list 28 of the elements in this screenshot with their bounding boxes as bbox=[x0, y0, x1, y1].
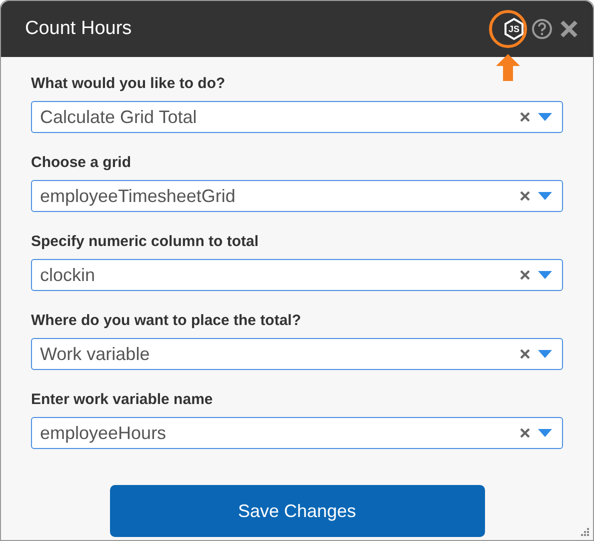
dropdown-caret-icon[interactable] bbox=[538, 271, 552, 279]
resize-grip-icon[interactable] bbox=[580, 527, 590, 537]
field-label: Specify numeric column to total bbox=[31, 233, 260, 251]
pointer-arrow-icon bbox=[496, 54, 520, 81]
clear-icon[interactable] bbox=[520, 428, 530, 438]
select-field[interactable]: employeeHours bbox=[31, 417, 563, 449]
dropdown-caret-icon[interactable] bbox=[538, 113, 552, 121]
clear-icon[interactable] bbox=[520, 270, 530, 280]
logo-text: JS bbox=[508, 24, 520, 34]
field-label: Enter work variable name bbox=[31, 391, 214, 409]
dropdown-caret-icon[interactable] bbox=[538, 350, 552, 358]
select-field[interactable]: clockin bbox=[31, 259, 563, 291]
clear-icon[interactable] bbox=[520, 112, 530, 122]
close-icon[interactable] bbox=[559, 19, 579, 39]
dropdown-caret-icon[interactable] bbox=[538, 192, 552, 200]
select-field[interactable]: employeeTimesheetGrid bbox=[31, 180, 563, 212]
field-label: Where do you want to place the total? bbox=[31, 312, 302, 330]
window-title: Count Hours bbox=[25, 16, 132, 41]
js-logo-icon[interactable]: JS bbox=[503, 17, 525, 41]
field-label: What would you like to do? bbox=[31, 75, 226, 93]
save-button[interactable]: Save Changes bbox=[110, 485, 484, 537]
select-field[interactable]: Work variable bbox=[31, 338, 563, 370]
clear-icon[interactable] bbox=[520, 191, 530, 201]
dropdown-caret-icon[interactable] bbox=[538, 429, 552, 437]
clear-icon[interactable] bbox=[520, 349, 530, 359]
field-label: Choose a grid bbox=[31, 154, 132, 172]
select-field[interactable]: Calculate Grid Total bbox=[31, 101, 563, 133]
help-icon[interactable] bbox=[531, 18, 553, 40]
